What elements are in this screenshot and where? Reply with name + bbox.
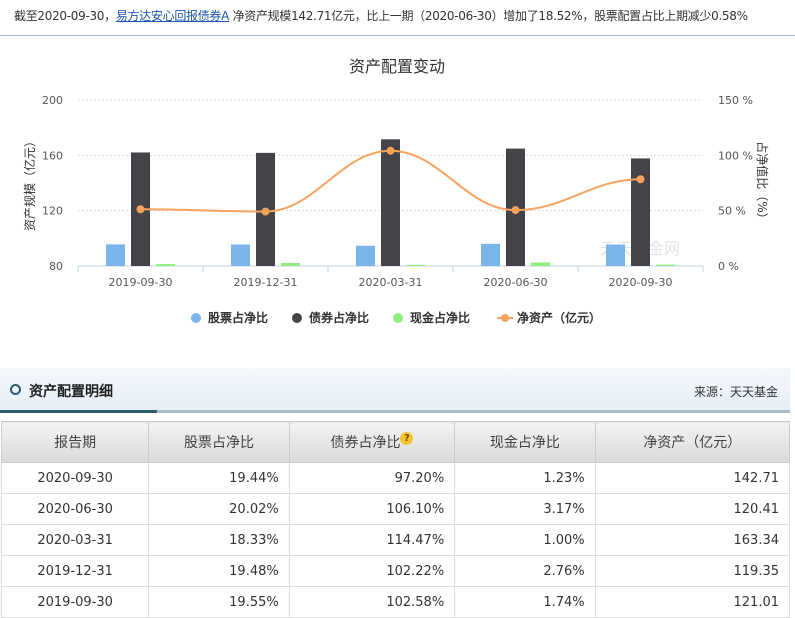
table-cell: 121.01 [594, 586, 791, 618]
table-cell: 1.74% [454, 586, 596, 618]
help-icon[interactable]: ? [400, 432, 414, 445]
table-row: 2020-03-31 18.33% 114.47% 1.00% 163.34 [0, 524, 791, 556]
asset-allocation-chart: 资产配置变动 200 150 % 160 100 % 120 50 % 80 0 % 2019-0… [22, 57, 770, 325]
table-cell: 106.10% [288, 493, 456, 525]
table-cell: 2019-09-30 [0, 586, 150, 618]
y2-tick-label: 0 % [718, 260, 739, 273]
table-cell: 120.41 [594, 493, 791, 525]
x-tick-label: 2019-09-30 [109, 276, 173, 289]
table-cell: 3.17% [454, 493, 596, 525]
legend-marker [501, 314, 509, 322]
legend-item: 净资产（亿元） [517, 310, 601, 325]
panel-title: 资产配置明细 [29, 384, 113, 400]
col-header: 净资产（亿元） [594, 421, 791, 463]
col-header-label: 债券占净比 [330, 435, 401, 451]
table-cell: 19.55% [148, 586, 290, 618]
bar-2 [531, 262, 550, 266]
legend-marker [191, 313, 201, 323]
bar-0 [481, 243, 500, 266]
y-tick-label: 80 [49, 260, 63, 273]
col-header: 报告期 [0, 421, 150, 463]
y2-tick-label: 50 % [718, 205, 746, 218]
y2-tick-label: 150 % [718, 94, 753, 107]
bar-2 [156, 264, 175, 266]
bar-0 [106, 244, 125, 266]
y2-axis-label: 占净值比（%） [755, 141, 770, 224]
summary-text: 截至2020-09-30，易方达安心回报债券A 净资产规模142.71亿元，比上… [14, 7, 748, 24]
bar-2 [656, 264, 675, 266]
table-cell: 119.35 [594, 555, 791, 587]
table-cell: 102.58% [288, 586, 456, 618]
bar-1 [381, 139, 400, 266]
legend-marker [393, 313, 403, 323]
y-tick-label: 200 [42, 94, 63, 107]
x-tick-label: 2020-03-31 [359, 276, 423, 289]
summary-prefix: 截至2020-09-30， [14, 9, 116, 23]
x-tick-label: 2020-09-30 [609, 276, 673, 289]
legend-item: 股票占净比 [208, 310, 268, 325]
col-header: 债券占净比? [288, 421, 456, 463]
col-header: 现金占净比 [454, 421, 596, 463]
x-tick-label: 2019-12-31 [234, 276, 298, 289]
y-tick-label: 160 [42, 149, 63, 162]
bar-0 [231, 244, 250, 266]
line-point [511, 206, 520, 215]
bar-1 [631, 158, 650, 266]
table-cell: 18.33% [148, 524, 290, 556]
table-cell: 2020-09-30 [0, 462, 150, 494]
table-cell: 19.48% [148, 555, 290, 587]
legend-item: 债券占净比 [309, 310, 369, 325]
table-cell: 2.76% [454, 555, 596, 587]
line-point [261, 207, 270, 216]
table-cell: 2020-06-30 [0, 493, 150, 525]
y2-tick-label: 100 % [718, 149, 753, 162]
table-cell: 1.00% [454, 524, 596, 556]
line-point [386, 146, 395, 155]
source-label: 来源：天天基金 [693, 385, 778, 399]
legend-item: 现金占净比 [410, 310, 470, 325]
table-row: 2020-09-30 19.44% 97.20% 1.23% 142.71 [0, 462, 791, 494]
chart-title: 资产配置变动 [349, 57, 445, 76]
table-cell: 19.44% [148, 462, 290, 494]
line-point [636, 175, 645, 184]
panel-header: 资产配置明细 来源：天天基金 [0, 368, 790, 413]
table-cell: 163.34 [594, 524, 791, 556]
fund-link[interactable]: 易方达安心回报债券A [116, 9, 230, 23]
y-tick-label: 120 [42, 205, 63, 218]
y-axis-label: 资产规模（亿元） [22, 135, 37, 231]
bar-2 [406, 264, 425, 266]
line-point [136, 205, 145, 214]
table-row: 2019-12-31 19.48% 102.22% 2.76% 119.35 [0, 555, 791, 587]
table-cell: 114.47% [288, 524, 456, 556]
table-row: 2019-09-30 19.55% 102.58% 1.74% 121.01 [0, 586, 791, 618]
table-row: 2020-06-30 20.02% 106.10% 3.17% 120.41 [0, 493, 791, 525]
bar-0 [606, 244, 625, 266]
bar-0 [356, 245, 375, 266]
table-cell: 142.71 [594, 462, 791, 494]
legend-marker [292, 313, 302, 323]
table-cell: 1.23% [454, 462, 596, 494]
col-header: 股票占净比 [148, 421, 290, 463]
summary-body: 净资产规模142.71亿元，比上一期（2020-06-30）增加了18.52%，… [232, 9, 748, 23]
x-tick-label: 2020-06-30 [484, 276, 548, 289]
table-cell: 2020-03-31 [0, 524, 150, 556]
circle-icon [10, 384, 21, 395]
allocation-table: 报告期 股票占净比 债券占净比? 现金占净比 净资产（亿元） 2020-09-3… [0, 421, 791, 618]
table-cell: 97.20% [288, 462, 456, 494]
table-cell: 102.22% [288, 555, 456, 587]
tab-underline [0, 410, 157, 413]
table-cell: 2019-12-31 [0, 555, 150, 587]
bar-2 [281, 262, 300, 266]
table-cell: 20.02% [148, 493, 290, 525]
